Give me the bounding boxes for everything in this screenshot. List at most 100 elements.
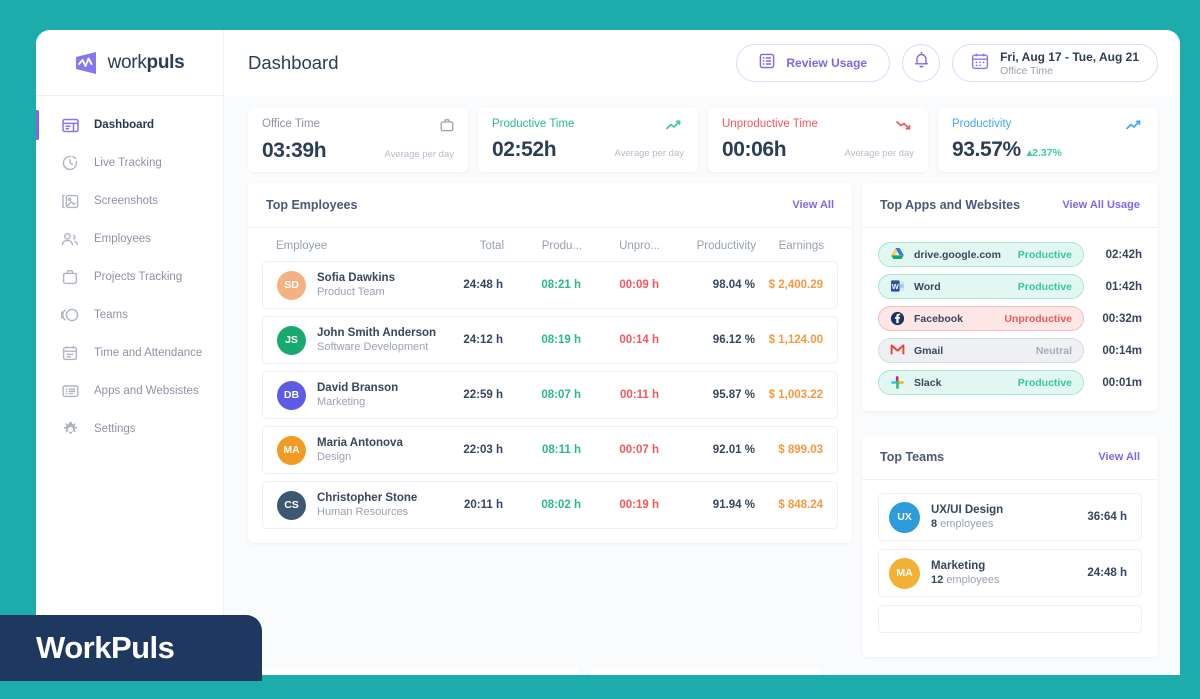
sidebar-item-teams[interactable]: Teams bbox=[36, 296, 223, 334]
employee-name: David Branson bbox=[317, 382, 399, 394]
list-item[interactable]: Facebook Unproductive 00:32m bbox=[878, 306, 1142, 331]
employee-team: Marketing bbox=[317, 396, 366, 408]
image-icon bbox=[60, 191, 80, 211]
sidebar-item-label: Time and Attendance bbox=[94, 347, 203, 359]
table-header: Employee Total Produ... Unpro... Product… bbox=[248, 228, 852, 261]
date-range-subtitle: Office Time bbox=[1000, 64, 1053, 77]
brand-logo[interactable]: workpuls bbox=[36, 30, 223, 96]
table-row[interactable]: JS John Smith Anderson Software Developm… bbox=[262, 316, 838, 364]
app-category: Neutral bbox=[1035, 344, 1072, 357]
cell-productivity: 95.87 % bbox=[712, 389, 755, 401]
avatar: MA bbox=[277, 435, 306, 465]
calendar-icon bbox=[60, 343, 80, 363]
watermark-banner: WorkPuls bbox=[0, 615, 262, 681]
list-item[interactable]: Gmail Neutral 00:14m bbox=[878, 338, 1142, 363]
gmail-icon bbox=[890, 343, 905, 358]
column-header-total: Total bbox=[479, 240, 504, 252]
kpi-card-unproductive-time: Unproductive Time 00:06h Average per day bbox=[708, 108, 928, 172]
cell-total: 22:03 h bbox=[463, 444, 503, 456]
gear-icon bbox=[60, 419, 80, 439]
dashboard-icon bbox=[60, 115, 80, 135]
sidebar-item-label: Dashboard bbox=[94, 119, 155, 131]
top-projects-card: Top Projects View All bbox=[590, 667, 822, 675]
top-bar: Dashboard Review Usage Fri, Aug 17 - Tue… bbox=[224, 30, 1180, 96]
sidebar-item-employees[interactable]: Employees bbox=[36, 220, 223, 258]
sidebar-item-screenshots[interactable]: Screenshots bbox=[36, 182, 223, 220]
kpi-value: 02:52h bbox=[492, 138, 557, 161]
date-range-value: Fri, Aug 17 - Tue, Aug 21 bbox=[1000, 49, 1139, 64]
list-item[interactable]: UX UX/UI Design 8 employees 36:64 h bbox=[878, 493, 1142, 541]
employee-name: Christopher Stone bbox=[317, 492, 418, 504]
list-item[interactable] bbox=[878, 605, 1142, 633]
cell-unproductive: 00:09 h bbox=[619, 279, 659, 291]
sidebar-item-dashboard[interactable]: Dashboard bbox=[36, 106, 223, 144]
kpi-label: Productive Time bbox=[492, 118, 575, 130]
team-name: UX/UI Design bbox=[931, 504, 1004, 516]
sidebar-item-apps-and-websites[interactable]: Apps and Websistes bbox=[36, 372, 223, 410]
top-bar-actions: Review Usage Fri, Aug 17 - Tue, Aug 21 O… bbox=[736, 44, 1158, 82]
clock-icon bbox=[60, 153, 80, 173]
review-usage-button[interactable]: Review Usage bbox=[736, 44, 891, 82]
app-category: Unproductive bbox=[1004, 312, 1072, 325]
bell-icon bbox=[914, 51, 929, 74]
cell-unproductive: 00:11 h bbox=[620, 389, 659, 401]
sidebar-item-label: Live Tracking bbox=[94, 157, 162, 169]
app-category: Productive bbox=[1017, 248, 1072, 261]
watermark-text: WorkPuls bbox=[36, 630, 175, 665]
cell-productivity: 92.01 % bbox=[712, 444, 755, 456]
kpi-subtitle: Average per day bbox=[384, 149, 454, 160]
cell-earnings: $ 899.03 bbox=[778, 444, 823, 456]
avatar: JS bbox=[277, 325, 306, 355]
cell-productivity: 96.12 % bbox=[712, 334, 755, 346]
card-title: Top Teams bbox=[880, 450, 945, 464]
cell-productive: 08:11 h bbox=[542, 444, 581, 456]
cell-earnings: $ 1,124.00 bbox=[768, 334, 823, 346]
list-item[interactable]: MA Marketing 12 employees 24:48 h bbox=[878, 549, 1142, 597]
app-time: 02:42h bbox=[1105, 248, 1142, 261]
brand-text: workpuls bbox=[108, 52, 185, 74]
table-row[interactable]: SD Sofia Dawkins Product Team 24:48 h 08… bbox=[262, 261, 838, 309]
sidebar-item-projects-tracking[interactable]: Projects Tracking bbox=[36, 258, 223, 296]
top-teams-card: Top Teams View All UX UX/UI Design 8 emp… bbox=[862, 435, 1158, 657]
employee-name: Maria Antonova bbox=[317, 437, 403, 449]
cell-unproductive: 00:14 h bbox=[619, 334, 659, 346]
list-item[interactable]: drive.google.com Productive 02:42h bbox=[878, 242, 1142, 267]
briefcase-icon bbox=[440, 118, 454, 137]
table-row[interactable]: MA Maria Antonova Design 22:03 h 08:11 h… bbox=[262, 426, 838, 474]
table-row[interactable]: DB David Branson Marketing 22:59 h 08:07… bbox=[262, 371, 838, 419]
kpi-row: Office Time 03:39h Average per day Produ… bbox=[224, 96, 1180, 172]
teams-list: UX UX/UI Design 8 employees 36:64 h MA M… bbox=[862, 480, 1158, 657]
sidebar-item-live-tracking[interactable]: Live Tracking bbox=[36, 144, 223, 182]
cell-total: 24:48 h bbox=[463, 279, 503, 291]
review-usage-label: Review Usage bbox=[786, 56, 868, 70]
app-window: workpuls Dashboard Live Tracking Screens… bbox=[36, 30, 1180, 675]
trend-up-icon bbox=[1126, 118, 1144, 136]
sidebar: workpuls Dashboard Live Tracking Screens… bbox=[36, 30, 224, 675]
cell-productive: 08:07 h bbox=[541, 389, 581, 401]
team-time: 24:48 h bbox=[1087, 567, 1127, 579]
sidebar-item-settings[interactable]: Settings bbox=[36, 410, 223, 448]
employee-team: Software Development bbox=[317, 341, 429, 353]
view-all-link[interactable]: View All bbox=[1098, 451, 1140, 463]
sidebar-item-time-and-attendance[interactable]: Time and Attendance bbox=[36, 334, 223, 372]
date-range-picker[interactable]: Fri, Aug 17 - Tue, Aug 21 Office Time bbox=[952, 44, 1158, 82]
list-item[interactable]: Slack Productive 00:01m bbox=[878, 370, 1142, 395]
cell-earnings: $ 1,003.22 bbox=[768, 389, 823, 401]
list-item[interactable]: W Word Productive 01:42h bbox=[878, 274, 1142, 299]
view-all-link[interactable]: View All bbox=[792, 199, 834, 211]
app-name: Word bbox=[914, 280, 941, 293]
view-all-usage-link[interactable]: View All Usage bbox=[1062, 199, 1140, 211]
employee-team: Product Team bbox=[317, 286, 385, 298]
column-header-productive: Produ... bbox=[541, 240, 582, 252]
facebook-icon bbox=[890, 311, 905, 326]
employee-name: Sofia Dawkins bbox=[317, 272, 395, 284]
circles-icon bbox=[60, 305, 80, 325]
main-content: Dashboard Review Usage Fri, Aug 17 - Tue… bbox=[224, 30, 1180, 675]
notifications-button[interactable] bbox=[902, 44, 941, 82]
kpi-delta: ▴2.37% bbox=[1026, 147, 1062, 159]
team-employee-count: 12 bbox=[931, 574, 944, 586]
card-title: Top Employees bbox=[266, 198, 358, 212]
pulse-logo-icon bbox=[75, 51, 101, 74]
table-row[interactable]: CS Christopher Stone Human Resources 20:… bbox=[262, 481, 838, 529]
employee-team: Design bbox=[317, 451, 352, 463]
